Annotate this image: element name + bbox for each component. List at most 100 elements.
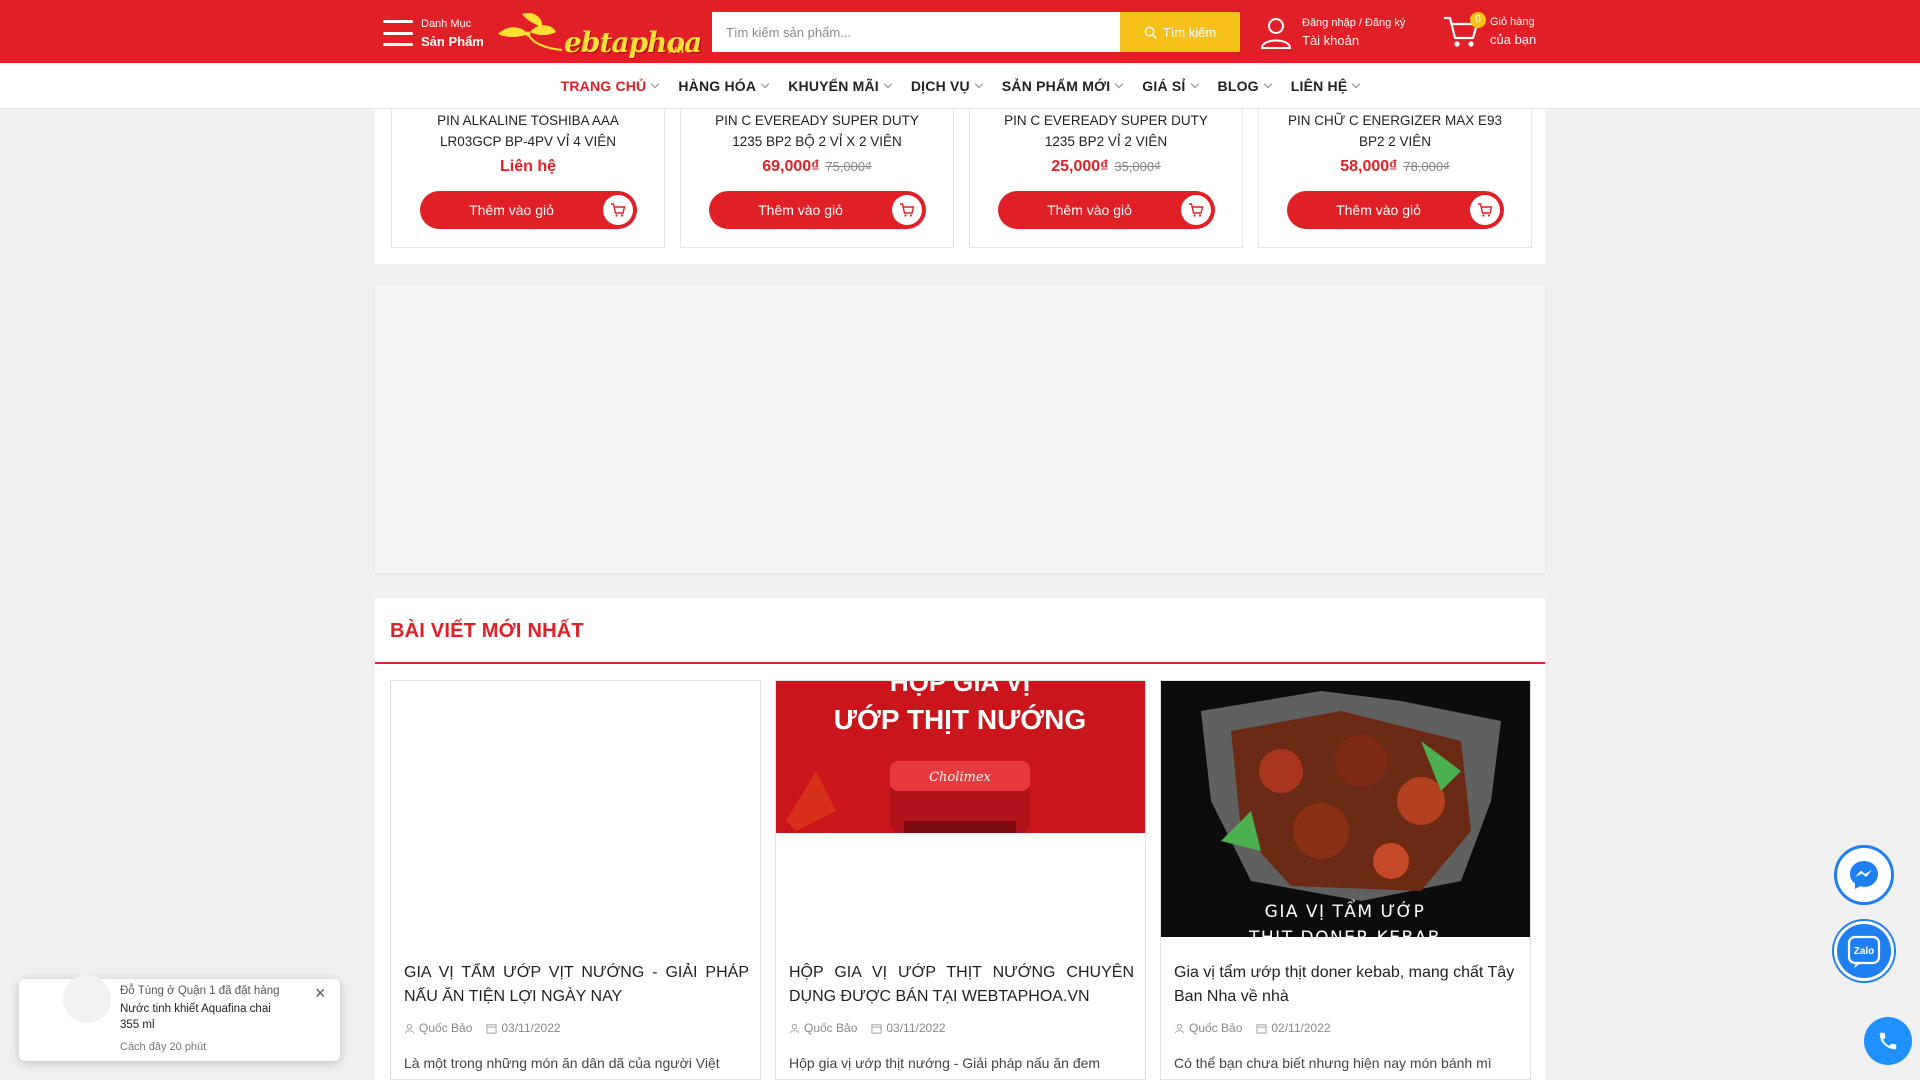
cart-label-small: Giỏ hàng: [1490, 16, 1535, 28]
post-date: 02/11/2022: [1256, 1021, 1331, 1035]
product-name[interactable]: PIN C EVEREADY SUPER DUTY 1235 BP2 BỘ 2 V…: [681, 109, 953, 152]
nav-goods[interactable]: HÀNG HÓA: [668, 78, 778, 94]
cart-label-big: của bạn: [1490, 32, 1537, 47]
section-title: BÀI VIẾT MỚI NHẤT: [390, 620, 584, 642]
blog-post-card[interactable]: GIA VỊ TẨM ƯỚP VỊT NƯỚNG - GIẢI PHÁP NẤU…: [390, 680, 761, 1080]
product-card[interactable]: PIN ALKALINE TOSHIBA AAA LR03GCP BP-4PV V…: [391, 109, 665, 248]
chevron-down-icon: [1352, 79, 1361, 88]
add-to-cart-button[interactable]: Thêm vào giỏ: [998, 191, 1215, 229]
user-icon: [1174, 1023, 1185, 1033]
nav-label: TRANG CHỦ: [560, 77, 647, 94]
cart-icon: [603, 195, 633, 225]
chevron-down-icon: [1263, 79, 1273, 88]
nav-blog[interactable]: BLOG: [1208, 78, 1281, 94]
banner-placeholder: [375, 285, 1545, 573]
nav-label: DỊCH VỤ: [910, 77, 970, 94]
search-button[interactable]: Tìm kiếm: [1120, 12, 1240, 52]
thumbnail-caption-1: HỘP GIA VỊ: [890, 681, 1030, 697]
account-label-small: Đăng nhập / Đăng ký: [1302, 17, 1406, 29]
calendar-icon: [1256, 1023, 1267, 1034]
post-title[interactable]: GIA VỊ TẨM ƯỚP VỊT NƯỚNG - GIẢI PHÁP NẤU…: [404, 961, 749, 1009]
messenger-icon: [1850, 861, 1878, 889]
chevron-down-icon: [651, 79, 660, 88]
product-name[interactable]: PIN CHỮ C ENERGIZER MAX E93 BP2 2 VIÊN: [1259, 109, 1531, 152]
cart-link[interactable]: 0 Giỏ hàng của bạn: [1442, 12, 1536, 50]
post-title[interactable]: Gia vị tẩm ướp thịt doner kebab, mang ch…: [1174, 961, 1519, 1009]
toast-time: Cách đây 20 phút: [120, 1041, 207, 1053]
nav-contact[interactable]: LIÊN HỆ: [1281, 78, 1370, 94]
menu-label-big: Sản Phẩm: [421, 34, 484, 49]
nav-services[interactable]: DỊCH VỤ: [901, 78, 992, 94]
add-to-cart-button[interactable]: Thêm vào giỏ: [1287, 191, 1504, 229]
site-logo[interactable]: ebtaphoa .vn: [492, 8, 702, 59]
zalo-icon: Zalo: [1847, 935, 1881, 968]
zalo-button[interactable]: Zalo: [1834, 921, 1894, 981]
cart-count-badge: 0: [1470, 12, 1486, 28]
product-card[interactable]: PIN C EVEREADY SUPER DUTY 1235 BP2 VỈ 2 V…: [969, 109, 1243, 248]
section-divider: [375, 662, 1545, 664]
product-price: 25,000₫ 35,000₫: [970, 158, 1242, 176]
post-thumbnail[interactable]: [391, 681, 760, 937]
close-icon[interactable]: ×: [315, 983, 326, 1004]
price-old: 75,000₫: [825, 159, 872, 174]
thumbnail-caption-1: GIA VỊ TẨM ƯỚP: [1265, 898, 1426, 922]
product-card[interactable]: PIN C EVEREADY SUPER DUTY 1235 BP2 BỘ 2 V…: [680, 109, 954, 248]
user-icon: [1260, 18, 1292, 49]
chevron-down-icon: [883, 79, 893, 88]
product-price: Liên hệ: [392, 158, 664, 176]
search-input[interactable]: [712, 12, 1120, 52]
leaf-logo-icon: [498, 12, 563, 51]
post-title[interactable]: HỘP GIA VỊ ƯỚP THỊT NƯỚNG CHUYÊN DỤNG ĐƯ…: [789, 961, 1134, 1009]
price-old: 78,000₫: [1403, 159, 1450, 174]
product-price: 58,000₫ 78,000₫: [1259, 158, 1531, 176]
product-name[interactable]: PIN ALKALINE TOSHIBA AAA LR03GCP BP-4PV V…: [392, 109, 664, 152]
post-thumbnail[interactable]: HỘP GIA VỊ ƯỚP THỊT NƯỚNG Cholimex: [776, 681, 1145, 937]
account-link[interactable]: Đăng nhập / Đăng ký Tài khoản: [1258, 14, 1405, 50]
search-button-label: Tìm kiếm: [1162, 24, 1217, 40]
nav-wholesale[interactable]: GIÁ SỈ: [1132, 78, 1207, 94]
messenger-button[interactable]: [1834, 845, 1894, 905]
nav-label: SẢN PHẨM MỚI: [1001, 77, 1111, 94]
post-meta: Quốc Bảo 03/11/2022: [789, 1021, 946, 1035]
blog-post-card[interactable]: HỘP GIA VỊ ƯỚP THỊT NƯỚNG Cholimex HỘP G…: [775, 680, 1146, 1080]
price-current: 25,000₫: [1051, 158, 1109, 175]
latest-posts-section: BÀI VIẾT MỚI NHẤT GIA VỊ TẨM ƯỚP VỊT NƯỚ…: [375, 598, 1545, 1080]
blog-post-card[interactable]: GIA VỊ TẨM ƯỚP THỊT DONER KEBAB Gia vị t…: [1160, 680, 1531, 1080]
top-header: Danh Mục Sản Phẩm ebtaphoa .vn Tìm kiếm …: [0, 0, 1920, 63]
thumbnail-caption-2: ƯỚP THỊT NƯỚNG: [834, 704, 1086, 735]
user-icon: [404, 1023, 415, 1033]
chevron-down-icon: [760, 79, 770, 88]
nav-label: GIÁ SỈ: [1142, 77, 1186, 94]
jar-label: Cholimex: [929, 770, 991, 785]
user-icon: [789, 1023, 800, 1033]
nav-label: HÀNG HÓA: [678, 77, 757, 94]
toast-product[interactable]: Nước tinh khiết Aquafina chai 355 ml: [120, 1001, 290, 1033]
add-to-cart-button[interactable]: Thêm vào giỏ: [420, 191, 637, 229]
nav-new-products[interactable]: SẢN PHẨM MỚI: [992, 78, 1132, 94]
nav-label: LIÊN HỆ: [1290, 77, 1348, 94]
add-to-cart-button[interactable]: Thêm vào giỏ: [709, 191, 926, 229]
cart-icon: [1470, 195, 1500, 225]
category-menu-button[interactable]: Danh Mục Sản Phẩm: [383, 16, 484, 50]
product-price: 69,000₫ 75,000₫: [681, 158, 953, 176]
phone-icon: [1879, 1032, 1897, 1050]
nav-promotions[interactable]: KHUYẾN MÃI: [778, 78, 901, 94]
toast-customer: Đỗ Tùng ở Quận 1 đã đặt hàng: [120, 985, 280, 997]
product-card[interactable]: PIN CHỮ C ENERGIZER MAX E93 BP2 2 VIÊN 58…: [1258, 109, 1532, 248]
product-name[interactable]: PIN C EVEREADY SUPER DUTY 1235 BP2 VỈ 2 V…: [970, 109, 1242, 152]
post-meta: Quốc Bảo 03/11/2022: [404, 1021, 561, 1035]
cart-icon: [892, 195, 922, 225]
nav-label: KHUYẾN MÃI: [788, 77, 879, 94]
chevron-down-icon: [974, 79, 984, 88]
price-current: 58,000₫: [1340, 158, 1398, 175]
post-author: Quốc Bảo: [1174, 1021, 1242, 1035]
call-button[interactable]: [1864, 1017, 1912, 1065]
post-thumbnail[interactable]: GIA VỊ TẨM ƯỚP THỊT DONER KEBAB: [1161, 681, 1530, 937]
price-old: 35,000₫: [1114, 159, 1161, 174]
product-carousel: PIN ALKALINE TOSHIBA AAA LR03GCP BP-4PV V…: [375, 109, 1545, 264]
nav-home[interactable]: TRANG CHỦ: [551, 78, 669, 94]
search-bar: Tìm kiếm: [712, 12, 1240, 52]
post-meta: Quốc Bảo 02/11/2022: [1174, 1021, 1331, 1035]
nav-label: BLOG: [1217, 77, 1259, 94]
post-excerpt: Hộp gia vị ướp thịt nướng - Giải pháp nấ…: [789, 1055, 1101, 1071]
